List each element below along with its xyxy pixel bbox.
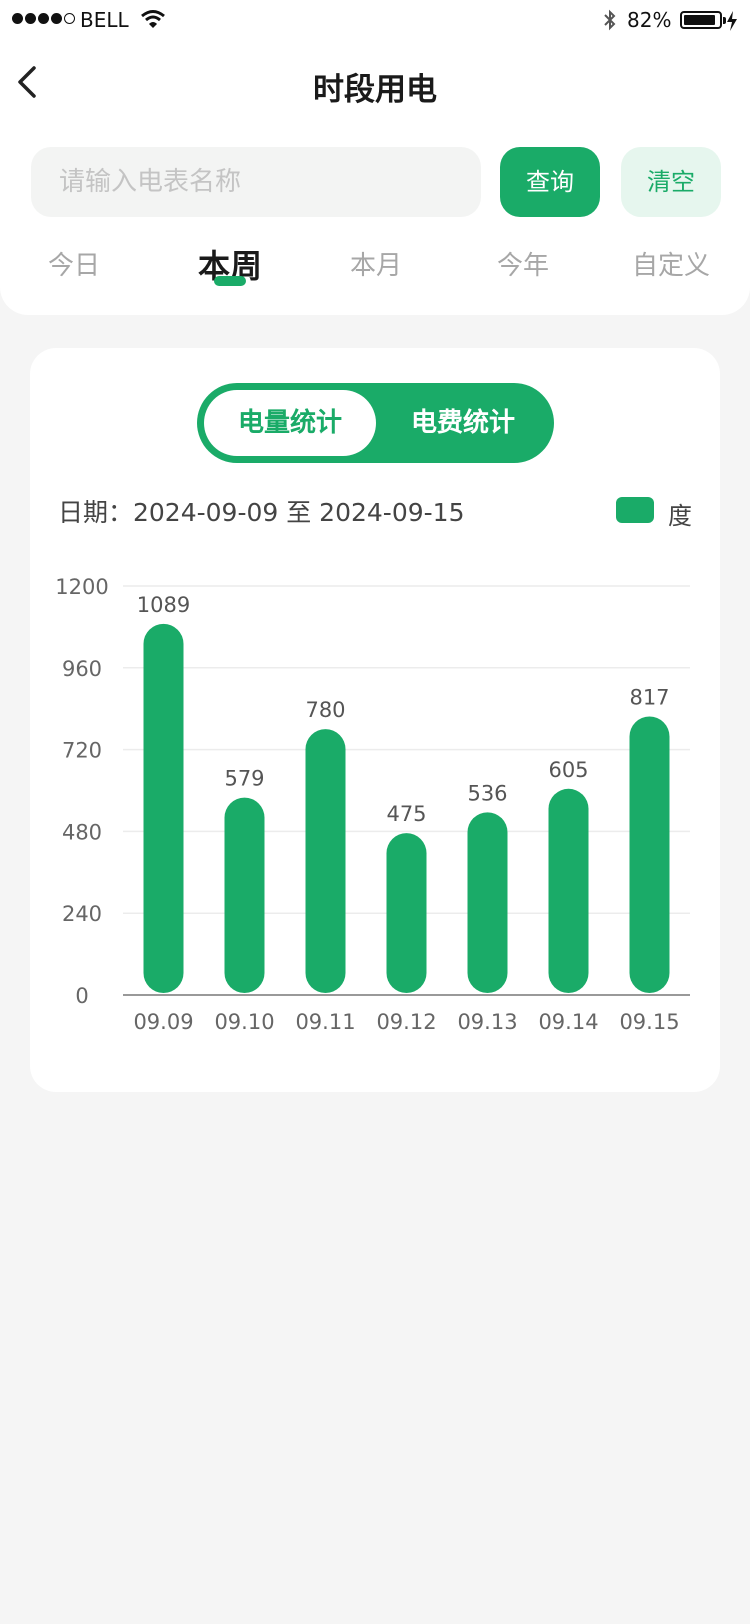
battery-percentage: 82% [627, 8, 672, 32]
x-tick-label: 09.09 [133, 1010, 193, 1034]
y-tick-label: 240 [62, 902, 102, 926]
y-tick-label: 960 [62, 657, 102, 681]
bar [548, 788, 589, 993]
data-label: 817 [629, 686, 669, 710]
bar [386, 833, 427, 993]
y-tick-label: 720 [62, 739, 102, 763]
bar [143, 623, 184, 993]
x-tick-label: 09.15 [619, 1010, 679, 1034]
clear-button[interactable]: 清空 [621, 147, 721, 217]
y-tick-label: 0 [75, 984, 88, 1008]
period-tabs: 今日 本周 本月 今年 自定义 [0, 245, 750, 295]
statistics-card: 电量统计 电费统计 日期：2024-09-09 至 2024-09-15 度 0… [30, 348, 720, 1092]
x-tick-label: 09.13 [457, 1010, 517, 1034]
data-label: 475 [386, 802, 426, 826]
y-tick-label: 480 [62, 820, 102, 844]
tab-today[interactable]: 今日 [48, 245, 100, 282]
status-bar: BELL 82% [0, 0, 750, 42]
meter-name-search-input[interactable] [31, 147, 481, 217]
bar [629, 716, 670, 993]
data-label: 780 [305, 698, 345, 722]
x-tick-label: 09.11 [295, 1010, 355, 1034]
tab-custom[interactable]: 自定义 [632, 245, 710, 282]
bar [467, 812, 508, 993]
active-tab-indicator [214, 276, 246, 286]
data-label: 579 [224, 767, 264, 791]
data-label: 605 [548, 758, 588, 782]
tab-this-month[interactable]: 本月 [350, 245, 402, 282]
x-tick-label: 09.14 [538, 1010, 598, 1034]
x-tick-label: 09.12 [376, 1010, 436, 1034]
wifi-icon [141, 10, 165, 28]
signal-strength-icon [12, 13, 75, 24]
query-button[interactable]: 查询 [500, 147, 600, 217]
x-tick-label: 09.10 [214, 1010, 274, 1034]
battery-icon [680, 11, 726, 29]
bar [305, 729, 346, 993]
tab-this-year[interactable]: 今年 [497, 245, 549, 282]
data-label: 1089 [137, 593, 190, 617]
bar [224, 797, 265, 993]
bluetooth-icon [604, 9, 616, 31]
charging-bolt-icon [727, 11, 737, 31]
carrier-name: BELL [80, 8, 129, 32]
data-label: 536 [467, 781, 507, 805]
y-tick-label: 1200 [55, 575, 108, 599]
page-title: 时段用电 [313, 72, 437, 108]
bar-chart: 0 240 480 720 960 1200 1089 09.09 579 09.10 780 09.… [55, 575, 690, 1034]
